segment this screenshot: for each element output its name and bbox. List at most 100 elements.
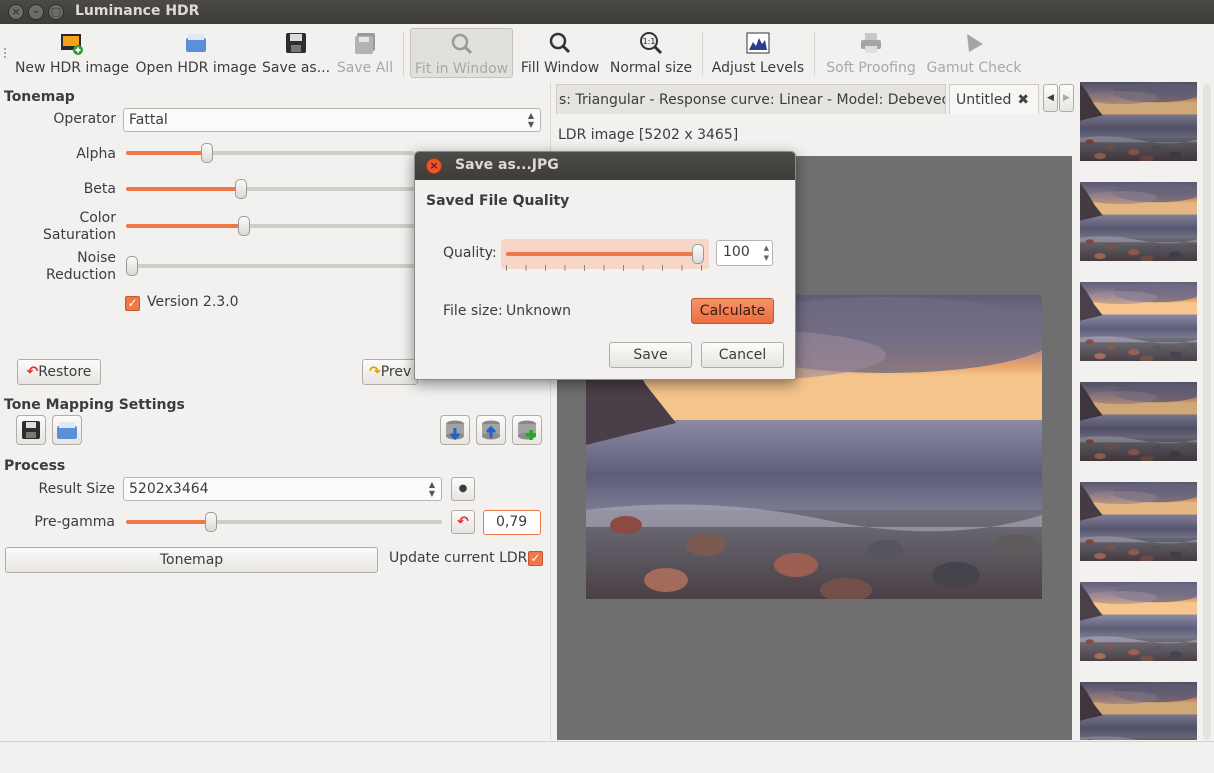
version-label: Version 2.3.0 [147,294,239,310]
new-hdr-button[interactable]: New HDR image [14,28,130,78]
noise-reduction-slider[interactable] [126,256,414,276]
thumbnail-image [1080,382,1197,461]
main-toolbar: New HDR image Open HDR image Save as... … [0,24,1214,80]
toolbar-separator [702,32,703,76]
result-size-info-button[interactable]: ● [451,477,475,501]
alpha-slider[interactable] [126,143,414,163]
quality-label: Quality: [443,245,497,261]
thumbnail[interactable] [1080,682,1197,740]
thumbnail-image [1080,582,1197,661]
beta-slider-handle[interactable] [235,179,248,199]
load-settings-button[interactable] [52,415,82,445]
noise-reduction-label: Noise Reduction [46,250,116,283]
preview-thumbnails-panel [1074,80,1202,742]
normal-size-button[interactable]: 1:1 Normal size [608,28,694,78]
quality-spinbox[interactable]: 100 ▲ ▼ [716,240,773,266]
pregamma-slider[interactable] [126,512,442,532]
window-close-button[interactable]: × [8,4,24,20]
thumbnail[interactable] [1080,382,1197,461]
undo-icon: ↶ [457,514,469,530]
window-titlebar: × – □ Luminance HDR [0,0,1214,24]
tab-untitled[interactable]: Untitled ✖ [949,84,1039,114]
file-size-label: File size: [443,303,503,319]
operator-label: Operator [53,111,116,127]
thumbnail[interactable] [1080,282,1197,361]
tab-hdr-image[interactable]: s: Triangular - Response curve: Linear -… [556,84,946,114]
file-size-value: Unknown [506,303,571,319]
update-ldr-checkbox[interactable]: ✓ [528,551,543,566]
checkmark-icon: ✓ [127,296,138,310]
quality-slider-handle[interactable] [692,244,704,264]
color-saturation-slider-handle[interactable] [238,216,251,236]
beta-slider[interactable] [126,179,414,199]
beta-label: Beta [83,181,116,197]
thumbnail[interactable] [1080,582,1197,661]
update-ldr-label: Update current LDR [389,550,528,566]
pregamma-value-field[interactable]: 0,79 [483,510,541,535]
thumbnails-scrollbar[interactable] [1203,84,1211,740]
fill-window-button[interactable]: Fill Window [518,28,602,78]
preview-button[interactable]: ↷Prev [362,359,418,385]
save-all-button[interactable]: Save All [334,28,396,78]
version-checkbox[interactable]: ✓ [125,296,140,311]
alpha-label: Alpha [76,146,116,162]
gamut-check-button[interactable]: Gamut Check [926,28,1022,78]
gamut-icon [967,34,983,52]
tab-close-icon[interactable]: ✖ [1017,92,1029,108]
redo-icon: ↷ [369,364,381,380]
operator-select[interactable]: Fattal ▲ ▼ [123,108,541,132]
quality-ticks [506,265,704,271]
levels-icon [746,32,770,54]
spin-arrows-icon[interactable]: ▲ ▼ [764,243,769,263]
noise-reduction-slider-handle[interactable] [126,256,138,276]
color-saturation-label: Color Saturation [43,210,116,243]
thumbnail[interactable] [1080,182,1197,261]
save-as-button[interactable]: Save as... [262,28,330,78]
db-export-button[interactable] [476,415,506,445]
tonemap-button[interactable]: Tonemap [5,547,378,573]
thumbnail-image [1080,682,1197,740]
tab-scroll-right-button[interactable]: ▶ [1059,84,1074,112]
window-maximize-button[interactable]: □ [48,4,64,20]
dialog-titlebar: × Save as...JPG [415,152,795,180]
alpha-slider-handle[interactable] [200,143,213,163]
toolbar-grip[interactable] [4,48,8,58]
thumbnail-image [1080,282,1197,361]
restore-button[interactable]: ↶Restore [17,359,101,385]
image-info-label: LDR image [5202 x 3465] [558,127,739,143]
tonemap-section-title: Tonemap [4,89,75,105]
thumbnail[interactable] [1080,82,1197,161]
save-button[interactable]: Save [609,342,692,368]
thumbnail-image [1080,82,1197,161]
db-add-button[interactable] [512,415,542,445]
color-saturation-slider[interactable] [126,216,414,236]
thumbnail-image [1080,182,1197,261]
fit-window-button[interactable]: Fit in Window [410,28,513,78]
checkmark-icon: ✓ [530,551,541,565]
result-size-label: Result Size [38,481,115,497]
pregamma-slider-handle[interactable] [205,512,218,532]
chevron-left-icon: ◀ [1047,93,1054,103]
save-as-jpg-dialog: × Save as...JPG Saved File Quality Quali… [414,151,796,380]
window-minimize-button[interactable]: – [28,4,44,20]
adjust-levels-button[interactable]: Adjust Levels [710,28,806,78]
result-size-select[interactable]: 5202x3464 ▲ ▼ [123,477,442,501]
undo-icon: ↶ [26,364,39,380]
combo-arrows-icon: ▲ ▼ [428,480,435,498]
open-hdr-button[interactable]: Open HDR image [134,28,258,78]
db-import-button[interactable] [440,415,470,445]
soft-proofing-button[interactable]: Soft Proofing [822,28,920,78]
save-icon [286,33,306,53]
quality-slider[interactable] [506,244,704,264]
calculate-button[interactable]: Calculate [691,298,774,324]
pregamma-reset-button[interactable]: ↶ [451,510,475,534]
save-settings-button[interactable] [16,415,46,445]
pregamma-label: Pre-gamma [34,514,115,530]
dialog-close-button[interactable]: × [426,158,442,174]
thumbnail[interactable] [1080,482,1197,561]
image-tabs: s: Triangular - Response curve: Linear -… [556,82,1076,116]
database-add-icon [518,420,536,440]
save-all-icon [355,33,375,54]
tab-scroll-left-button[interactable]: ◀ [1043,84,1058,112]
cancel-button[interactable]: Cancel [701,342,784,368]
